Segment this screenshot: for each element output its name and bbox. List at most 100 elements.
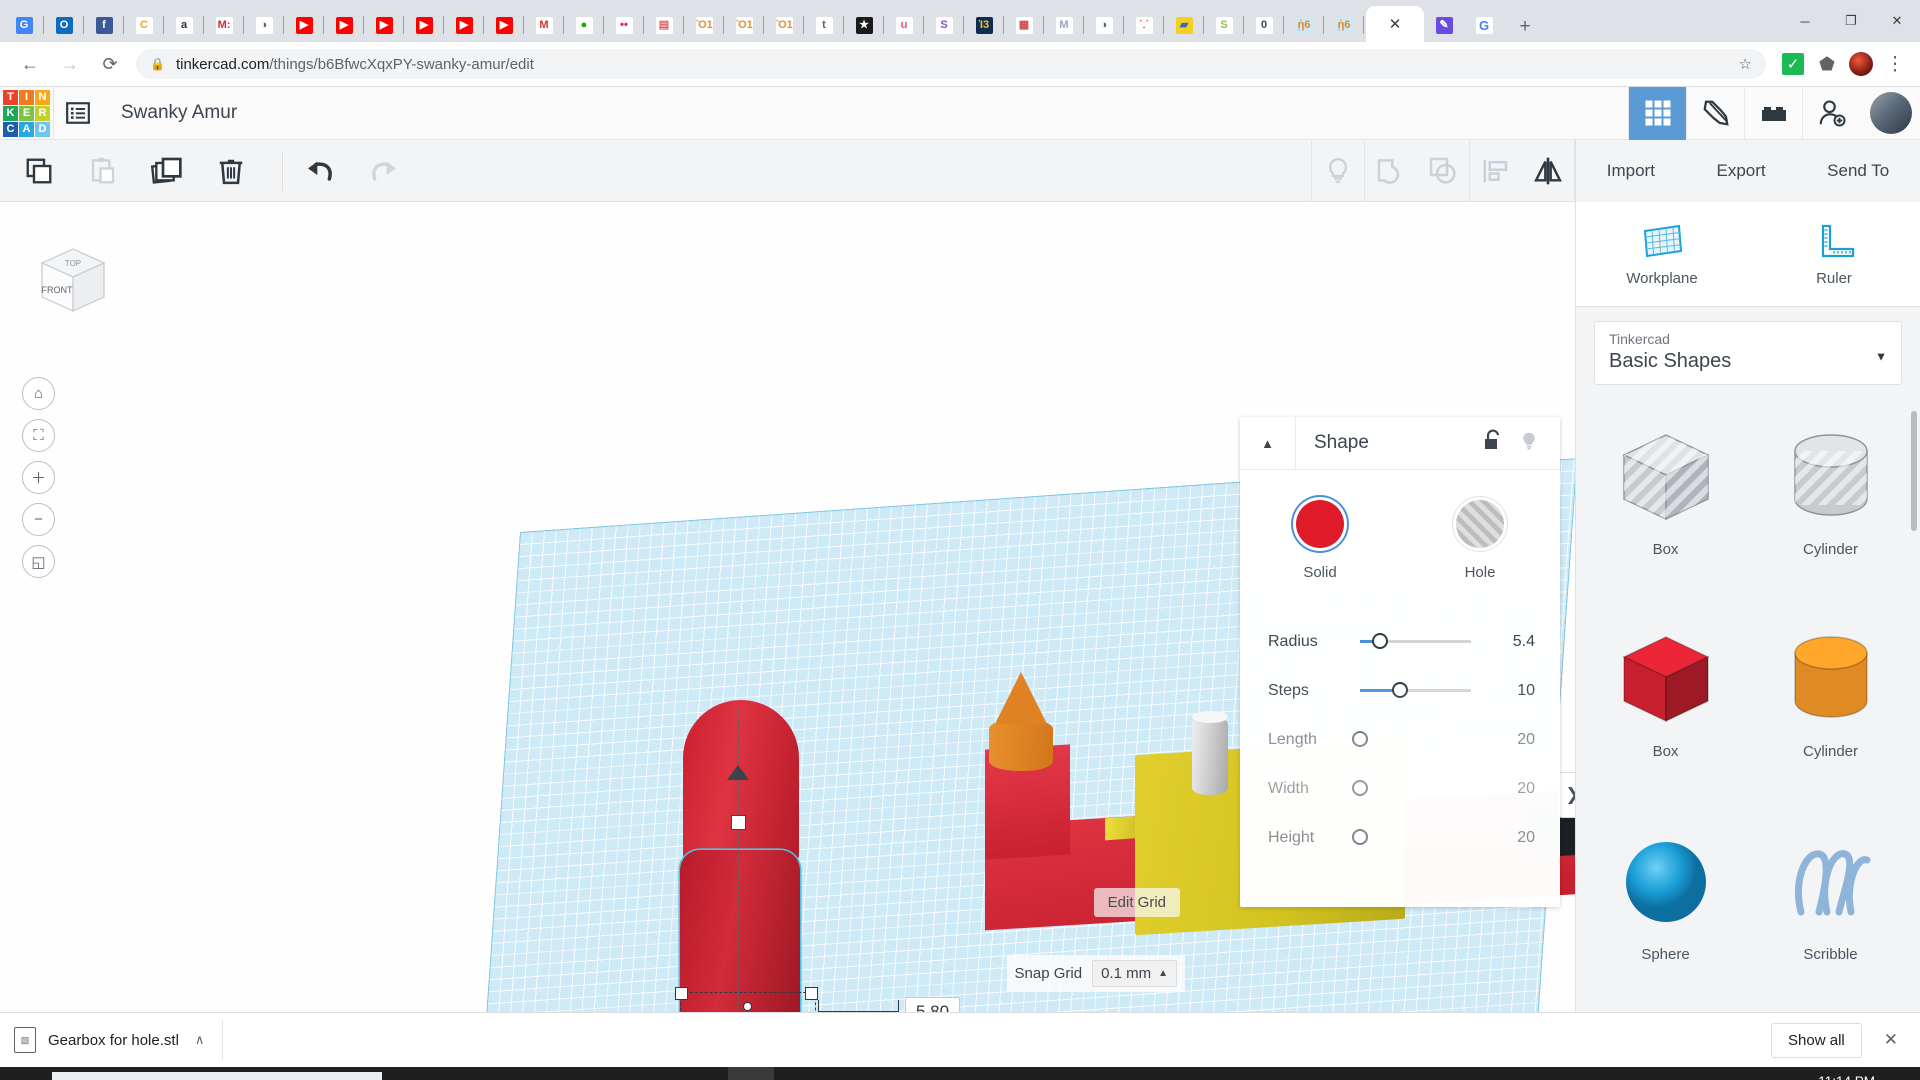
download-menu-chevron-icon[interactable]: ∧ [195,1032,205,1048]
slider-value-length[interactable]: 20 [1477,731,1535,749]
browser-tab-youtube-5[interactable]: ▶ [444,8,484,42]
edit-grid-button[interactable]: Edit Grid [1094,888,1180,917]
height-handle[interactable] [731,815,746,830]
reload-button[interactable]: ⟳ [93,47,127,81]
export-button[interactable]: Export [1701,154,1780,188]
slider-knob-radius[interactable] [1372,633,1388,649]
browser-tab-graduation[interactable]: Ἱ3 [964,8,1004,42]
maximize-window-button[interactable]: ❐ [1828,0,1874,42]
start-button[interactable] [0,1067,52,1080]
rotate-arrow-handle[interactable] [727,765,749,780]
taskbar-search-box[interactable]: ⚲ Type here to search [52,1072,382,1080]
hole-mode-button[interactable]: Hole [1400,500,1560,581]
import-button[interactable]: Import [1592,154,1670,188]
browser-tab-merriam-webster[interactable]: M: [204,8,244,42]
corner-handle-tr[interactable] [805,987,818,1000]
browser-tab-stem-a[interactable]: S [1204,8,1244,42]
browser-tab-scratch-s[interactable]: S [924,8,964,42]
file-explorer-app[interactable]: Ὄ1 [488,1067,534,1080]
browser-tab-google-translate[interactable]: G [4,8,44,42]
send-to-button[interactable]: Send To [1812,154,1904,188]
slider-track-radius[interactable] [1360,640,1471,643]
browser-tab-star-badge[interactable]: ★ [844,8,884,42]
profile-avatar-icon[interactable] [1846,49,1876,79]
corner-handle-tl[interactable] [675,987,688,1000]
bookmark-star-icon[interactable]: ☆ [1739,55,1752,73]
view-cube[interactable]: TOP FRONT [30,237,116,323]
unlock-icon[interactable] [1482,429,1504,458]
shape-library-grid[interactable]: BoxCylinderBoxCylinderSphereScribble [1576,397,1920,1012]
extensions-puzzle-icon[interactable]: ⬟ [1812,49,1842,79]
orthographic-view-button[interactable]: ◱ [22,545,55,578]
zoom-in-button[interactable]: ＋ [22,461,55,494]
shape-sphere-blue[interactable]: Sphere [1586,816,1745,1008]
3d-canvas[interactable]: Workplane TOP FRONT ⌂ ⛶ ＋ − ◱ [0,202,1575,1012]
browser-tab-flickr[interactable]: •• [604,8,644,42]
task-view-button[interactable]: ⌸ [392,1067,438,1080]
delete-button[interactable] [206,146,256,196]
browser-tab-green-circle-app[interactable]: ● [564,8,604,42]
download-item[interactable]: ▧ Gearbox for hole.stl ∧ [14,1020,223,1060]
address-bar[interactable]: 🔒 tinkercad.com/things/b6BfwcXqxPY-swank… [136,49,1766,79]
steam-app[interactable]: ♨ [536,1067,582,1080]
paste-button[interactable] [78,146,128,196]
browser-tab-unity[interactable]: u [884,8,924,42]
browser-tab-amazon[interactable]: a [164,8,204,42]
shape-box-red[interactable]: Box [1586,613,1745,805]
workplane-tool[interactable]: Workplane [1576,202,1748,306]
lightbulb-icon[interactable] [1518,429,1540,458]
browser-tab-strip[interactable]: GOfCaM:◑▶▶▶▶▶▶M●••▤Ὂ1Ὂ1Ὂ1t★uSἹ3▦M◑⸪▰S0ᾑ6… [0,0,1920,42]
align-button[interactable] [1471,140,1521,202]
fit-view-button[interactable]: ⛶ [22,419,55,452]
grid-view-icon[interactable] [1628,87,1686,140]
chrome-menu-icon[interactable]: ⋮ [1880,49,1910,79]
new-tab-button[interactable]: + [1510,12,1540,42]
slider-track-steps[interactable] [1360,689,1471,692]
browser-tab-idea-bulb-2[interactable]: Ὂ1 [724,8,764,42]
shape-properties-panel[interactable]: ▲ Shape [1240,417,1560,907]
taskbar-apps[interactable]: ⌸eὌ1♨⊞◆✉●F∞ [392,1067,870,1080]
shape-grid-scrollbar[interactable] [1911,411,1917,531]
user-avatar[interactable] [1870,92,1912,134]
browser-tab-youtube-2[interactable]: ▶ [324,8,364,42]
slider-knob-length[interactable] [1352,731,1368,747]
shape-scribble[interactable]: Scribble [1751,816,1910,1008]
browser-tab-globe-site-2[interactable]: ◑ [1084,8,1124,42]
close-tab-icon[interactable]: ✕ [1389,15,1402,33]
browser-tab-orange-dots[interactable]: ⸪ [1124,8,1164,42]
show-all-downloads-button[interactable]: Show all [1771,1023,1862,1058]
browser-tab-google[interactable]: G [1464,8,1504,42]
alienware-app[interactable]: ◆ [632,1067,678,1080]
minecraft-pickaxe-icon[interactable] [1686,87,1744,140]
browser-tab-mm-script[interactable]: M [1044,8,1084,42]
home-view-button[interactable]: ⌂ [22,377,55,410]
width-dimension-badge[interactable]: 5.80 [905,997,960,1012]
browser-tab-canvas[interactable]: C [124,8,164,42]
slider-knob-width[interactable] [1352,780,1368,796]
browser-tab-youtube-4[interactable]: ▶ [404,8,444,42]
lego-brick-icon[interactable] [1744,87,1802,140]
window-controls[interactable]: ─ ❐ ✕ [1782,0,1920,42]
edge-app[interactable]: e [440,1067,486,1080]
browser-tab-yellow-map[interactable]: ▰ [1164,8,1204,42]
slider-track-length[interactable] [1360,738,1471,741]
arduino-app[interactable]: ∞ [824,1067,870,1080]
minimize-window-button[interactable]: ─ [1782,0,1828,42]
close-window-button[interactable]: ✕ [1874,0,1920,42]
browser-tab-quizlet-red[interactable]: ▤ [644,8,684,42]
slider-value-steps[interactable]: 10 [1477,682,1535,700]
browser-tab-idea-bulb-3[interactable]: Ὂ1 [764,8,804,42]
browser-tab-youtube-1[interactable]: ▶ [284,8,324,42]
view-navigation-buttons[interactable]: ⌂ ⛶ ＋ − ◱ [22,377,55,578]
browser-tab-outlook[interactable]: O [44,8,84,42]
expand-panel-chevron-icon[interactable]: ❯ [1558,772,1575,818]
browser-tab-calendar-app[interactable]: ▦ [1004,8,1044,42]
browser-tab-facebook[interactable]: f [84,8,124,42]
copy-button[interactable] [14,146,64,196]
browser-tab-youtube-3[interactable]: ▶ [364,8,404,42]
snap-grid-control[interactable]: Snap Grid 0.1 mm ▲ [1007,955,1185,992]
slider-value-radius[interactable]: 5.4 [1477,633,1535,651]
ruler-tool[interactable]: Ruler [1748,202,1920,306]
slider-knob-height[interactable] [1352,829,1368,845]
tinkercad-logo[interactable]: TINKERCAD [0,87,53,140]
